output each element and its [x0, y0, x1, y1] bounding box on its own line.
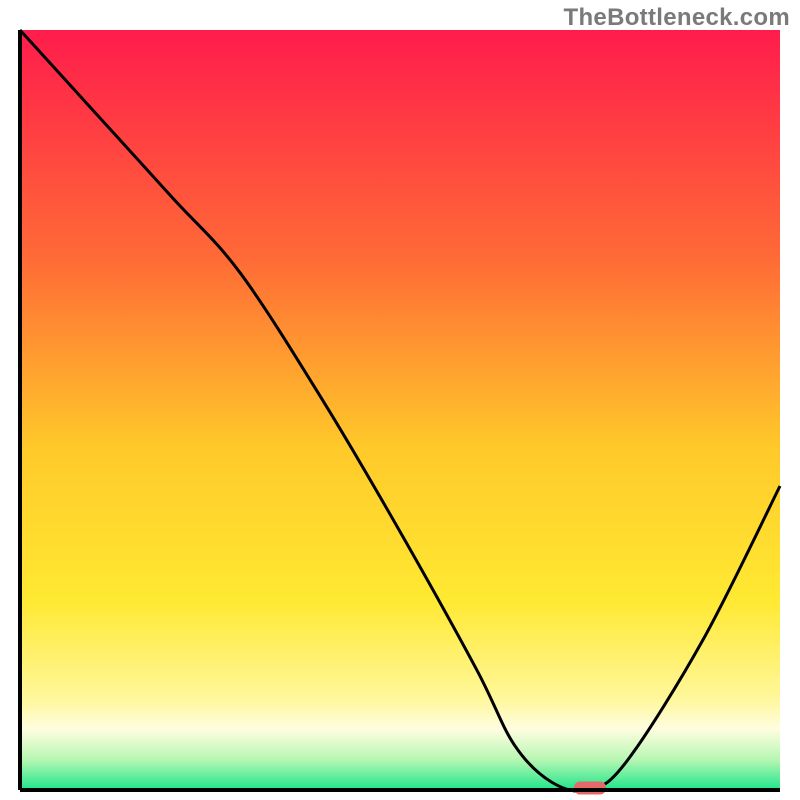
chart-svg — [0, 0, 800, 800]
watermark-text: TheBottleneck.com — [564, 4, 790, 32]
plot-background — [20, 30, 780, 790]
chart-container: TheBottleneck.com — [0, 0, 800, 800]
